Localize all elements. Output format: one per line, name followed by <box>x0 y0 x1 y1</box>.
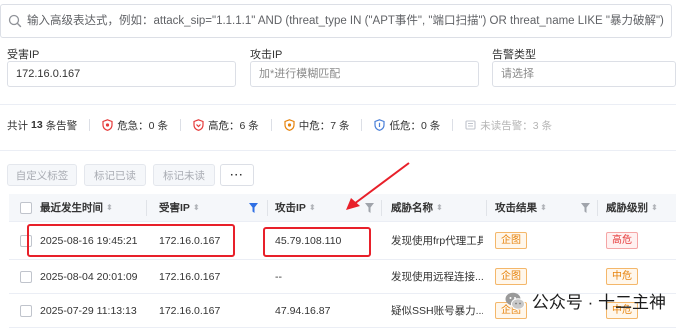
high-count[interactable]: 高危：6 条 <box>193 118 259 133</box>
attack-ip-label: 攻击IP <box>250 49 283 61</box>
mark-read-button[interactable]: 标记已读 <box>84 164 146 186</box>
low-count[interactable]: 低危：0 条 <box>374 118 440 133</box>
row-checkbox[interactable] <box>20 270 32 283</box>
unread-count[interactable]: 未读告警：3 条 <box>465 118 552 133</box>
col-victim-ip[interactable]: 受害IP ⬍ <box>159 194 200 221</box>
row-checkbox[interactable] <box>20 304 32 317</box>
medium-count-label: 中危：7 条 <box>298 119 350 132</box>
victim-ip-field[interactable] <box>7 61 236 87</box>
sort-icon[interactable]: ⬍ <box>309 203 316 212</box>
medium-count[interactable]: 中危：7 条 <box>284 118 350 133</box>
cell-victim-ip: 172.16.0.167 <box>159 304 221 317</box>
wechat-logo-icon <box>505 292 525 310</box>
unread-icon <box>465 120 476 130</box>
cell-victim-ip: 172.16.0.167 <box>159 270 221 283</box>
sort-icon[interactable]: ⬍ <box>106 203 113 212</box>
result-tag: 企图 <box>495 268 527 285</box>
critical-shield-icon <box>102 119 113 131</box>
annotation-arrow-icon <box>346 162 410 210</box>
stats-total: 13 <box>31 119 43 131</box>
cell-threat-name[interactable]: 发现使用frp代理工具 <box>391 222 483 259</box>
cell-threat-name[interactable]: 疑似SSH账号暴力... <box>391 294 483 327</box>
filter-icon-active[interactable] <box>249 203 258 213</box>
high-shield-icon <box>193 119 204 131</box>
level-tag: 高危 <box>606 232 638 249</box>
highlight-box-time-victim <box>27 224 235 257</box>
alert-type-select[interactable] <box>492 61 676 87</box>
separator <box>179 119 181 131</box>
level-tag: 中危 <box>606 268 638 285</box>
low-count-label: 低危：0 条 <box>389 119 441 132</box>
cell-attack-ip[interactable]: 47.94.16.87 <box>275 294 330 327</box>
more-actions-button[interactable]: ··· <box>220 164 254 186</box>
custom-tag-button[interactable]: 自定义标签 <box>7 164 77 186</box>
cell-attack-ip[interactable]: -- <box>275 260 282 293</box>
sort-icon[interactable]: ⬍ <box>540 203 547 212</box>
watermark: 公众号 · 十二主神 <box>504 288 666 313</box>
separator <box>452 119 454 131</box>
separator <box>361 119 363 131</box>
col-result[interactable]: 攻击结果 ⬍ <box>495 194 547 221</box>
col-time[interactable]: 最近发生时间 ⬍ <box>40 194 113 221</box>
search-input[interactable] <box>27 5 667 37</box>
cell-threat-name[interactable]: 发现使用远程连接... <box>391 260 483 293</box>
separator <box>270 119 272 131</box>
attack-ip-field[interactable] <box>250 61 479 87</box>
filter-icon[interactable] <box>581 203 590 213</box>
result-tag: 企图 <box>495 232 527 249</box>
medium-shield-icon <box>284 119 295 131</box>
divider <box>0 104 676 105</box>
critical-count-label: 危急：0 条 <box>117 119 168 132</box>
alert-stats-bar: 共计 13 条告警 危急：0 条 高危：6 条 中危：7 条 低危：0 条 未读… <box>7 117 552 133</box>
col-level[interactable]: 威胁级别 ⬍ <box>606 194 658 221</box>
divider <box>0 150 676 151</box>
victim-ip-label: 受害IP <box>7 49 40 61</box>
sort-icon[interactable]: ⬍ <box>651 203 658 212</box>
critical-count[interactable]: 危急：0 条 <box>102 118 168 133</box>
advanced-search-bar[interactable] <box>0 4 672 38</box>
alert-type-label: 告警类型 <box>492 49 536 61</box>
select-all-checkbox[interactable] <box>20 201 32 214</box>
sort-icon[interactable]: ⬍ <box>436 203 443 212</box>
cell-time: 2025-08-04 20:01:09 <box>40 270 138 283</box>
cell-time: 2025-07-29 11:13:13 <box>40 304 137 317</box>
col-attack-ip[interactable]: 攻击IP ⬍ <box>275 194 316 221</box>
low-shield-icon <box>374 119 386 131</box>
stats-suffix: 条告警 <box>45 119 78 132</box>
high-count-label: 高危：6 条 <box>207 119 259 132</box>
mark-unread-button[interactable]: 标记未读 <box>153 164 215 186</box>
search-icon <box>8 14 22 28</box>
separator <box>89 119 91 131</box>
highlight-box-attack-ip <box>263 227 371 257</box>
sort-icon[interactable]: ⬍ <box>193 203 200 212</box>
watermark-text: 公众号 · 十二主神 <box>531 293 666 312</box>
stats-prefix: 共计 <box>7 119 28 132</box>
unread-count-label: 未读告警：3 条 <box>480 119 553 132</box>
